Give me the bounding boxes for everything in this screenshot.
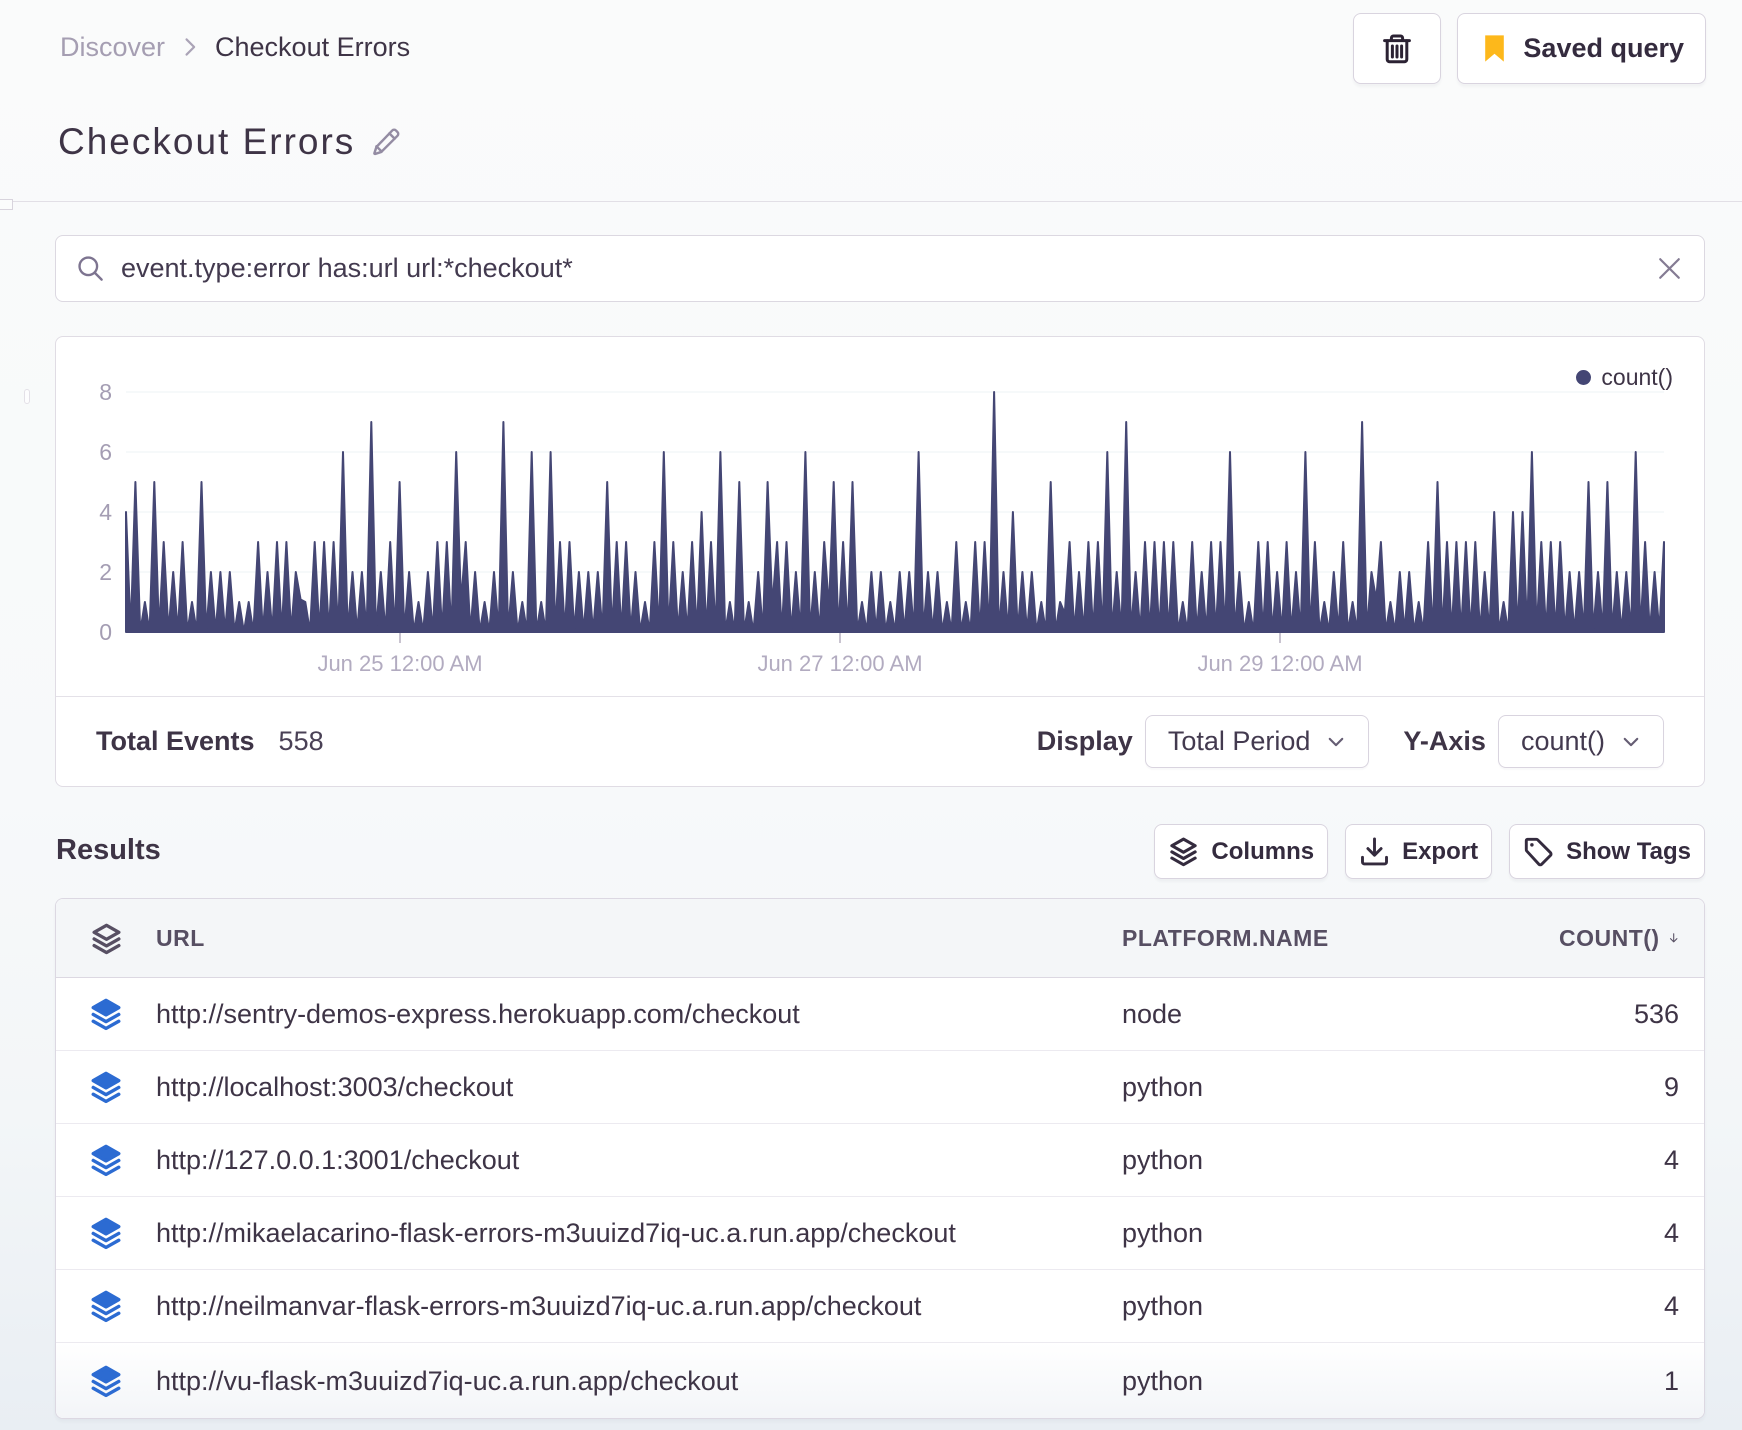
svg-text:2: 2 <box>99 559 112 585</box>
svg-text:0: 0 <box>99 619 112 645</box>
svg-text:6: 6 <box>99 439 112 465</box>
svg-text:8: 8 <box>99 379 112 405</box>
svg-text:Jun 29 12:00 AM: Jun 29 12:00 AM <box>1197 651 1362 676</box>
svg-text:Jun 25 12:00 AM: Jun 25 12:00 AM <box>317 651 482 676</box>
svg-text:Jun 27 12:00 AM: Jun 27 12:00 AM <box>757 651 922 676</box>
svg-text:4: 4 <box>99 499 112 525</box>
